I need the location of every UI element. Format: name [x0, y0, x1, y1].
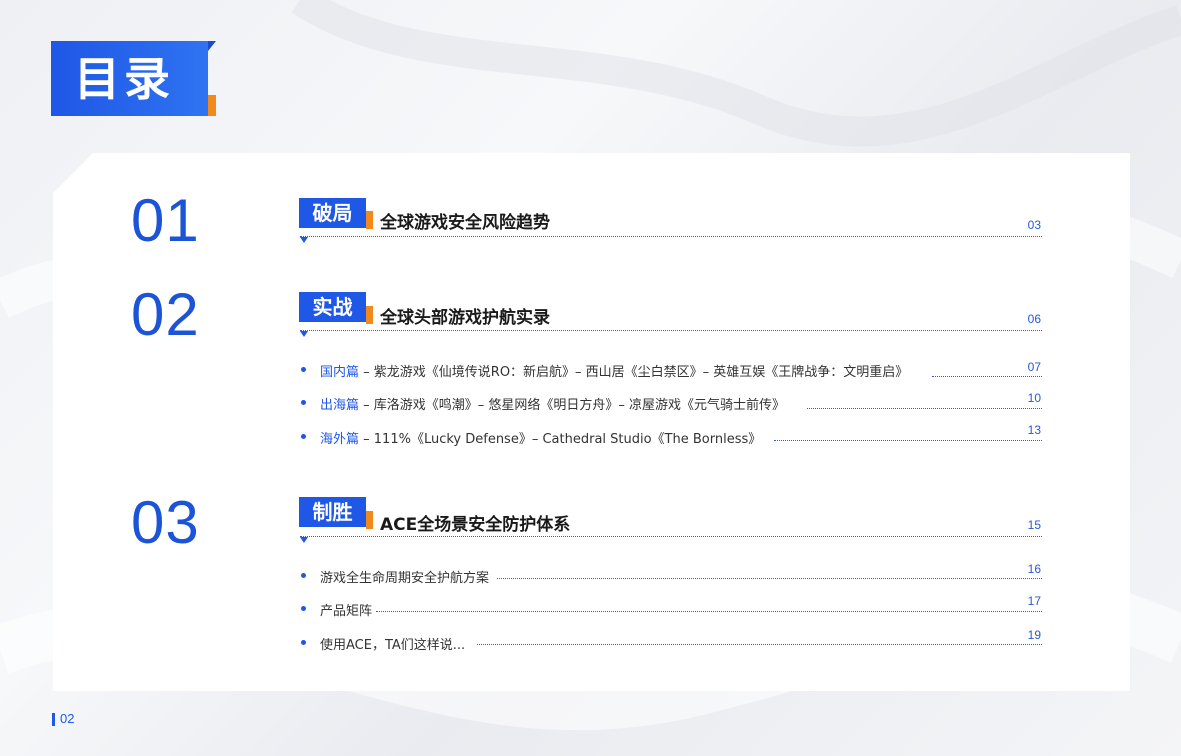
bullet-icon [301, 400, 306, 405]
list-item[interactable]: 使用ACE，TA们这样说... [320, 634, 465, 653]
page-number[interactable]: 07 [1006, 360, 1041, 374]
page-number[interactable]: 13 [1006, 423, 1041, 437]
page-number[interactable]: 10 [1006, 391, 1041, 405]
page-number[interactable]: 17 [1006, 594, 1041, 608]
section-heading[interactable]: 全球游戏安全风险趋势 [380, 208, 550, 233]
section-tag: 制胜 [299, 497, 366, 527]
dotted-leader [300, 236, 1042, 237]
section-number: 01 [131, 187, 200, 254]
page-number[interactable]: 16 [1006, 562, 1041, 576]
dotted-leader [477, 644, 1042, 645]
footer-page-number: 02 [60, 711, 75, 726]
page-title: 目录 [74, 52, 174, 106]
list-item[interactable]: 产品矩阵 [320, 600, 372, 619]
tag-accent [366, 211, 373, 229]
section-number: 03 [131, 489, 200, 556]
dotted-leader [774, 440, 1042, 441]
bullet-icon [301, 606, 306, 611]
section-tag: 破局 [299, 198, 366, 228]
dotted-leader [376, 611, 1042, 612]
triangle-marker-icon [300, 237, 308, 243]
page-number[interactable]: 15 [1006, 518, 1041, 532]
list-item[interactable]: 出海篇 – 库洛游戏《鸣潮》– 悠星网络《明日方舟》– 凉屋游戏《元气骑士前传》 [320, 394, 785, 413]
list-item[interactable]: 海外篇 – 111%《Lucky Defense》– Cathedral Stu… [320, 428, 761, 447]
page-number[interactable]: 06 [1006, 312, 1041, 326]
triangle-marker-icon [300, 537, 308, 543]
triangle-marker-icon [300, 331, 308, 337]
page-number[interactable]: 03 [1006, 218, 1041, 232]
dotted-leader [807, 408, 1042, 409]
bullet-icon [301, 367, 306, 372]
list-item[interactable]: 游戏全生命周期安全护航方案 [320, 567, 489, 586]
section-heading[interactable]: 全球头部游戏护航实录 [380, 303, 550, 328]
bullet-icon [301, 434, 306, 439]
tag-accent [366, 306, 373, 324]
bullet-icon [301, 573, 306, 578]
section-tag: 实战 [299, 292, 366, 322]
dotted-leader [932, 376, 1042, 377]
dotted-leader [497, 578, 1042, 579]
dotted-leader [300, 330, 1042, 331]
title-accent [208, 95, 216, 116]
footer-bar [52, 713, 55, 726]
section-number: 02 [131, 281, 200, 348]
section-heading[interactable]: ACE全场景安全防护体系 [380, 510, 570, 535]
tag-accent [366, 511, 373, 529]
page-number[interactable]: 19 [1006, 628, 1041, 642]
list-item[interactable]: 国内篇 – 紫龙游戏《仙境传说RO：新启航》– 西山居《尘白禁区》– 英雄互娱《… [320, 361, 908, 380]
dotted-leader [300, 536, 1042, 537]
bullet-icon [301, 640, 306, 645]
